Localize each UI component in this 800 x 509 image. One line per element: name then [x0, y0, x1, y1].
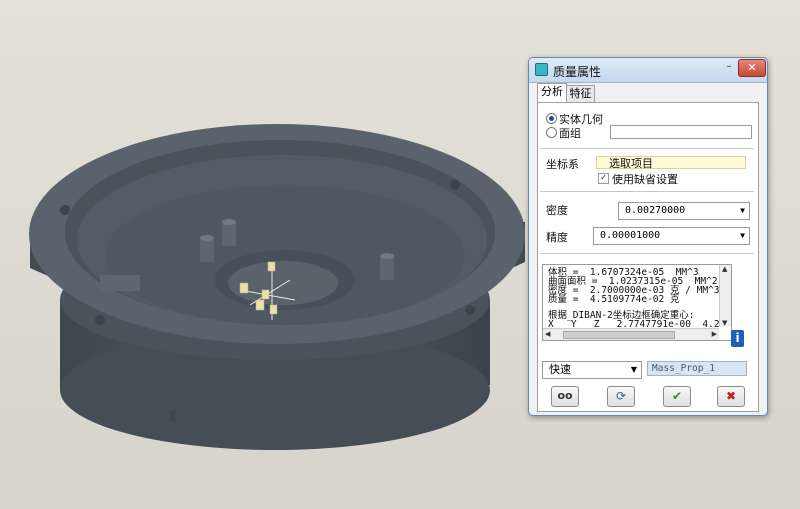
result-line: 质量 = 4.5109774e-02 克: [548, 294, 680, 305]
ok-button[interactable]: ✔: [663, 386, 691, 407]
radio-solid-geometry[interactable]: [546, 113, 557, 124]
glasses-icon: oo: [557, 389, 573, 402]
chevron-down-icon: ▼: [740, 206, 745, 215]
window-close-button[interactable]: ✕: [738, 59, 766, 77]
scroll-down-icon[interactable]: ▼: [722, 319, 727, 327]
coord-sys-label: 坐标系: [546, 158, 579, 171]
coord-sys-selector[interactable]: 选取项目: [596, 156, 746, 170]
part-model[interactable]: [29, 124, 525, 450]
close-icon: ✖: [725, 389, 737, 403]
title-bar[interactable]: 质量属性 – ✕: [529, 58, 767, 83]
info-icon[interactable]: i: [731, 330, 744, 347]
accuracy-dropdown[interactable]: 0.00001000 ▼: [593, 227, 750, 245]
quilt-field[interactable]: [610, 125, 752, 139]
density-dropdown[interactable]: 0.00270000 ▼: [618, 202, 750, 220]
tab-feature[interactable]: 特征: [566, 85, 595, 103]
check-icon: ✔: [671, 389, 683, 403]
use-default-label: 使用缺省设置: [612, 173, 678, 186]
use-default-checkbox[interactable]: ✓: [598, 173, 609, 184]
minimize-button[interactable]: –: [722, 61, 736, 75]
vertical-scrollbar[interactable]: ▲ ▼: [719, 265, 731, 327]
radio-quilt[interactable]: [546, 127, 557, 138]
scroll-right-icon[interactable]: ▶: [712, 330, 717, 338]
separator: [540, 253, 754, 254]
scroll-up-icon[interactable]: ▲: [722, 265, 727, 273]
density-label: 密度: [546, 204, 568, 217]
results-output[interactable]: 体积 = 1.6707324e-05 MM^3 曲面面积 = 1.0237315…: [542, 264, 732, 341]
separator: [540, 148, 754, 149]
density-value: 0.00270000: [625, 205, 686, 216]
repeat-button[interactable]: ⟳: [607, 386, 635, 407]
app-icon: [535, 63, 548, 76]
cancel-button[interactable]: ✖: [717, 386, 745, 407]
scroll-thumb[interactable]: [563, 331, 675, 339]
mode-dropdown[interactable]: 快速 ▼: [542, 361, 642, 379]
chevron-down-icon: ▼: [740, 231, 745, 240]
tab-analysis[interactable]: 分析: [537, 83, 567, 103]
dialog-title: 质量属性: [553, 65, 602, 79]
accuracy-label: 精度: [546, 231, 568, 244]
scroll-left-icon[interactable]: ◀: [545, 330, 550, 338]
horizontal-scrollbar[interactable]: ◀ ▶: [543, 328, 719, 340]
preview-button[interactable]: oo: [551, 386, 579, 407]
mass-properties-dialog[interactable]: 质量属性 – ✕ 分析 特征 实体几何 面组 坐标系 选取项目 ✓ 使用缺省设置…: [528, 57, 768, 416]
refresh-icon: ⟳: [615, 389, 627, 403]
accuracy-value: 0.00001000: [600, 230, 661, 241]
quilt-label: 面组: [559, 127, 581, 140]
separator: [540, 191, 754, 192]
chevron-down-icon: ▼: [630, 365, 637, 374]
mode-value: 快速: [549, 363, 571, 376]
feature-name-field[interactable]: Mass_Prop_1: [647, 361, 747, 376]
